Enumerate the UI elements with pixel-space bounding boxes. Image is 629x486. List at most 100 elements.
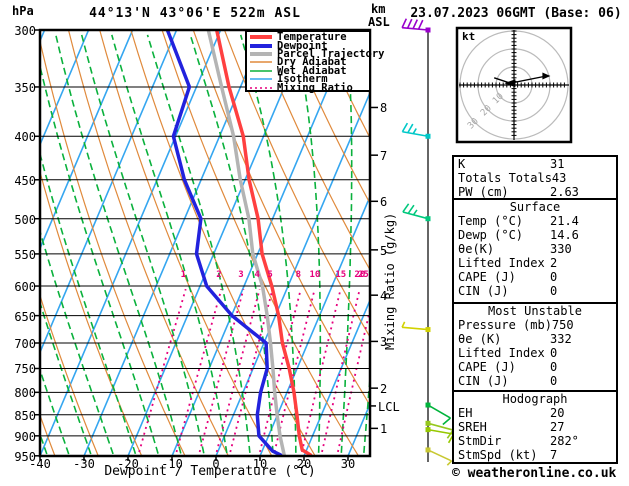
stat-value: 0 <box>550 360 558 374</box>
legend: Temperature Dewpoint Parcel Trajectory Dry … <box>245 30 384 94</box>
legend-item: Mixing Ratio <box>249 81 369 94</box>
line <box>427 449 452 462</box>
legend-label: Mixing Ratio <box>277 81 353 94</box>
credit-footer: © weatheronline.co.uk <box>452 466 617 481</box>
stat-label: CIN (J) <box>458 284 509 298</box>
table-row: StmSpd (kt) 7 <box>454 448 616 462</box>
skewt-sounding-page: { "header": { "pressure_unit": "hPa", "t… <box>0 0 629 486</box>
table-row: CIN (J) 0 <box>454 284 616 298</box>
table-row: StmDir 282° <box>454 434 616 448</box>
stat-value: 330 <box>550 242 572 256</box>
km-tick-label: 3 <box>380 335 388 350</box>
table-row: PW (cm) 2.63 <box>454 185 616 199</box>
line <box>427 404 451 419</box>
panel-most-unstable: Most Unstable Pressure (mb) 750 θe (K) 332 Li… <box>452 302 618 392</box>
mixing-ratio-line <box>320 288 361 456</box>
stat-value: 7 <box>550 448 558 462</box>
line <box>427 422 454 431</box>
table-row: θe(K) 330 <box>454 242 616 256</box>
datetime-title: 23.07.2023 06GMT (Base: 06) <box>410 6 622 21</box>
table-row: CAPE (J) 0 <box>454 360 616 374</box>
table-row: Dewp (°C) 14.6 <box>454 228 616 242</box>
table-row: Pressure (mb) 750 <box>454 318 616 332</box>
km-tick-label: 8 <box>380 101 388 116</box>
wind-barb <box>401 122 431 139</box>
temperature-curve <box>214 30 313 456</box>
temperature-tick-label: -40 <box>29 457 51 471</box>
table-row: K 31 <box>454 157 616 171</box>
altitude-unit-label-asl: ASL <box>368 15 390 29</box>
mixing-ratio-value-label: 4 <box>254 270 260 281</box>
km-tick-label: 2 <box>380 382 388 397</box>
altitude-unit-label-km: km <box>371 2 386 16</box>
mixing-ratio-value-label: 8 <box>295 270 301 281</box>
line <box>442 417 452 426</box>
page-title: 44°13'N 43°06'E 522m ASL <box>89 6 301 21</box>
table-row: θe (K) 332 <box>454 332 616 346</box>
line <box>417 19 424 30</box>
line <box>402 130 429 138</box>
pressure-tick-label: 900 <box>14 429 36 444</box>
stat-value: 20 <box>550 406 565 420</box>
table-row: EH 20 <box>454 406 616 420</box>
stat-label: SREH <box>458 420 487 434</box>
wind-barb <box>425 447 453 466</box>
panel-title: Most Unstable <box>488 304 582 318</box>
temperature-tick-label: 20 <box>296 457 312 471</box>
table-row: Temp (°C) 21.4 <box>454 214 616 228</box>
stat-value: 27 <box>550 420 565 434</box>
table-row: CIN (J) 0 <box>454 374 616 388</box>
pressure-tick-label: 650 <box>14 309 36 324</box>
line <box>402 326 429 331</box>
line <box>407 123 414 134</box>
stat-value: 43 <box>551 171 567 185</box>
panel-title: Surface <box>509 200 561 214</box>
panel-title: Hodograph <box>502 392 568 406</box>
panel-stability-indices: K 31 Totals Totals 43 PW (cm) 2.63 <box>452 155 618 200</box>
stat-label: PW (cm) <box>458 185 509 199</box>
mixing-ratio-value-label: 2 <box>216 270 222 281</box>
km-tick-label: 1 <box>380 422 388 437</box>
line <box>412 209 418 216</box>
stat-label: CAPE (J) <box>458 270 516 284</box>
km-tick-label: 7 <box>380 149 388 164</box>
line <box>427 428 454 435</box>
pressure-tick-label: 700 <box>14 337 36 351</box>
stat-label: EH <box>458 406 473 420</box>
stat-label: Temp (°C) <box>458 214 524 228</box>
stat-label: θe(K) <box>458 242 495 256</box>
stat-value: 0 <box>550 284 558 298</box>
mixing-ratio-value-label: 5 <box>267 270 273 281</box>
pressure-tick-label: 300 <box>14 24 36 38</box>
line <box>401 321 406 328</box>
table-row: Lifted Index 2 <box>454 256 616 270</box>
pressure-tick-label: 450 <box>14 173 36 188</box>
table-row: Totals Totals 43 <box>454 171 616 185</box>
stat-value: 2 <box>550 256 558 270</box>
line <box>446 460 453 466</box>
stat-label: K <box>458 157 466 171</box>
mixing-ratio-value-label: 10 <box>309 270 321 281</box>
stat-value: 31 <box>550 157 565 171</box>
wet-adiabat-line <box>111 34 229 456</box>
pressure-tick-label: 800 <box>14 386 36 401</box>
mixing-ratio-value-label: 15 <box>335 270 347 281</box>
panel-surface: Surface Temp (°C) 21.4 Dewp (°C) 14.6 θe(K) 33… <box>452 198 618 304</box>
pressure-tick-label: 400 <box>14 130 36 145</box>
line <box>401 18 408 29</box>
pressure-tick-label: 350 <box>14 80 36 95</box>
mixing-ratio-value-label: 3 <box>238 270 244 281</box>
dry-adiabat-line <box>223 30 370 339</box>
line <box>402 203 410 213</box>
pressure-tick-label: 750 <box>14 362 36 377</box>
stat-value: 0 <box>550 346 558 360</box>
stat-value: 332 <box>550 332 572 346</box>
stat-label: CIN (J) <box>458 374 509 388</box>
stat-value: 750 <box>551 318 574 332</box>
stat-value: 14.6 <box>550 228 579 242</box>
temperature-tick-label: 10 <box>252 457 268 471</box>
lcl-label: LCL <box>378 399 400 414</box>
mixing-ratio-value-label: 1 <box>180 270 187 281</box>
temperature-tick-label: -10 <box>161 457 183 471</box>
stat-value: 282° <box>550 434 579 448</box>
